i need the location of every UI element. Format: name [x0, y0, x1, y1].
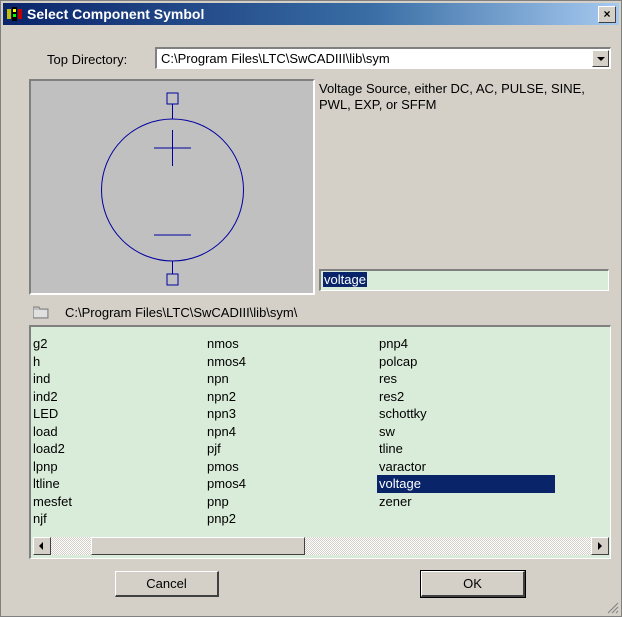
list-item[interactable]: ltline — [33, 475, 72, 493]
close-button[interactable]: × — [598, 6, 616, 23]
list-item[interactable]: ind2 — [33, 388, 72, 406]
list-column-2: nmos nmos4 npn npn2 npn3 npn4 pjf pmos p… — [207, 335, 246, 528]
app-icon — [7, 7, 22, 21]
cancel-button[interactable]: Cancel — [115, 571, 219, 597]
list-item[interactable]: sw — [379, 423, 555, 441]
list-item[interactable]: nmos4 — [207, 353, 246, 371]
symbol-name-selected-text: voltage — [323, 272, 367, 287]
list-item[interactable]: res2 — [379, 388, 555, 406]
list-item[interactable]: h — [33, 353, 72, 371]
scrollbar-thumb[interactable] — [91, 537, 305, 555]
scroll-right-icon[interactable] — [591, 537, 609, 555]
symbol-name-input[interactable]: voltage — [319, 269, 609, 291]
list-column-3: pnp4 polcap res res2 schottky sw tline v… — [377, 335, 555, 511]
list-item[interactable]: npn — [207, 370, 246, 388]
folder-icon — [33, 306, 49, 319]
chevron-down-icon[interactable] — [592, 50, 609, 67]
list-item[interactable]: schottky — [379, 405, 555, 423]
top-directory-label: Top Directory: — [47, 52, 128, 67]
list-item[interactable]: mesfet — [33, 493, 72, 511]
resize-grip-icon[interactable] — [607, 602, 619, 614]
list-item[interactable]: npn3 — [207, 405, 246, 423]
list-column-1: g2 h ind ind2 LED load load2 lpnp ltline… — [33, 335, 72, 528]
list-item[interactable]: LED — [33, 405, 72, 423]
list-item[interactable]: pmos4 — [207, 475, 246, 493]
list-item[interactable]: pnp4 — [379, 335, 555, 353]
symbol-list[interactable]: g2 h ind ind2 LED load load2 lpnp ltline… — [29, 325, 611, 559]
symbol-preview — [29, 79, 315, 295]
list-item[interactable]: npn4 — [207, 423, 246, 441]
voltage-source-symbol — [101, 92, 244, 286]
list-item[interactable]: res — [379, 370, 555, 388]
list-item[interactable]: pnp2 — [207, 510, 246, 528]
list-item[interactable]: pjf — [207, 440, 246, 458]
list-item[interactable]: zener — [379, 493, 555, 511]
list-item[interactable]: lpnp — [33, 458, 72, 476]
current-path-label: C:\Program Files\LTC\SwCADIII\lib\sym\ — [65, 305, 298, 320]
horizontal-scrollbar[interactable] — [33, 537, 609, 555]
top-pin — [166, 92, 179, 105]
list-item[interactable]: polcap — [379, 353, 555, 371]
symbol-description: Voltage Source, either DC, AC, PULSE, SI… — [319, 81, 585, 112]
list-item[interactable]: g2 — [33, 335, 72, 353]
list-item[interactable]: ind — [33, 370, 72, 388]
list-item[interactable]: load — [33, 423, 72, 441]
scroll-left-icon[interactable] — [33, 537, 51, 555]
title-bar[interactable]: Select Component Symbol × — [3, 3, 619, 25]
list-item[interactable]: load2 — [33, 440, 72, 458]
top-directory-combo[interactable]: C:\Program Files\LTC\SwCADIII\lib\sym — [155, 47, 611, 69]
list-item[interactable]: tline — [379, 440, 555, 458]
list-item[interactable]: npn2 — [207, 388, 246, 406]
select-component-dialog: Select Component Symbol × Top Directory:… — [0, 0, 622, 617]
list-item-selected[interactable]: voltage — [377, 475, 555, 493]
top-directory-value: C:\Program Files\LTC\SwCADIII\lib\sym — [161, 51, 390, 66]
list-item[interactable]: pmos — [207, 458, 246, 476]
list-item[interactable]: varactor — [379, 458, 555, 476]
window-title: Select Component Symbol — [27, 6, 205, 22]
list-item[interactable]: pnp — [207, 493, 246, 511]
bottom-pin — [166, 273, 179, 286]
list-item[interactable]: nmos — [207, 335, 246, 353]
ok-button[interactable]: OK — [420, 570, 526, 598]
list-item[interactable]: njf — [33, 510, 72, 528]
